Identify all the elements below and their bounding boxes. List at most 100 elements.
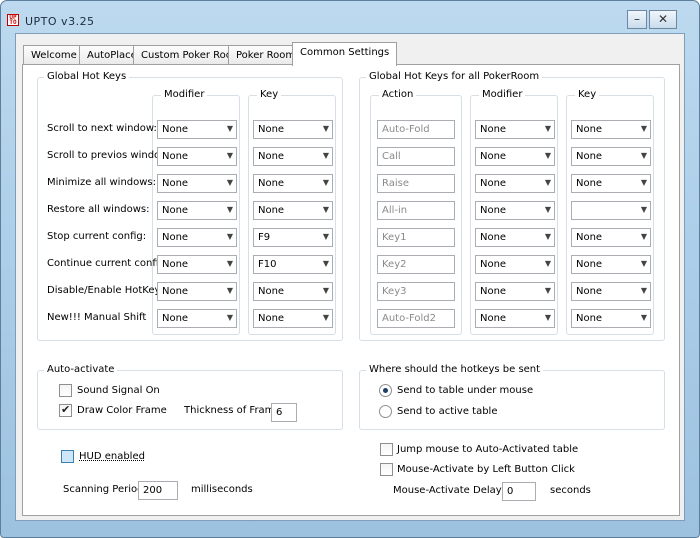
pr-key-dropdown[interactable]: ▼ (571, 201, 651, 220)
chevron-down-icon: ▼ (322, 232, 329, 241)
pr-modifier-dropdown[interactable]: None ▼ (475, 282, 555, 301)
pr-key-dropdown[interactable]: None ▼ (571, 255, 651, 274)
sound-signal-checkbox[interactable] (59, 384, 72, 397)
pr-modifier-dropdown[interactable]: None ▼ (475, 174, 555, 193)
action-field[interactable]: Auto-Fold2 (377, 309, 455, 328)
chevron-down-icon: ▼ (640, 232, 647, 241)
mouse-activate-delay-label: Mouse-Activate Delay: (393, 485, 505, 496)
action-field[interactable]: Key1 (377, 228, 455, 247)
pr-key-dropdown[interactable]: None ▼ (571, 282, 651, 301)
send-under-mouse-radio[interactable] (379, 384, 392, 397)
modifier-dropdown[interactable]: None ▼ (157, 309, 237, 328)
pr-modifier-dropdown[interactable]: None ▼ (475, 255, 555, 274)
chevron-down-icon: ▼ (544, 286, 551, 295)
modifier-dropdown[interactable]: None ▼ (157, 147, 237, 166)
modifier-dropdown-value: None (162, 286, 189, 297)
send-active-table-radio[interactable] (379, 405, 392, 418)
title-bar[interactable]: UP TO UPTO v3.25 – ✕ (1, 1, 699, 31)
key-dropdown-value: F9 (258, 232, 271, 243)
scanning-period-input[interactable]: 200 (138, 481, 178, 500)
pr-modifier-dropdown[interactable]: None ▼ (475, 120, 555, 139)
pr-modifier-dropdown[interactable]: None ▼ (475, 147, 555, 166)
pr-key-dropdown[interactable]: None ▼ (571, 120, 651, 139)
pr-modifier-dropdown-value: None (480, 178, 507, 189)
chevron-down-icon: ▼ (226, 313, 233, 322)
modifier-dropdown[interactable]: None ▼ (157, 174, 237, 193)
hotkey-row-label: Disable/Enable HotKeys: (47, 285, 169, 296)
modifier-dropdown[interactable]: None ▼ (157, 120, 237, 139)
key-dropdown[interactable]: None ▼ (253, 120, 333, 139)
pr-modifier-dropdown-value: None (480, 205, 507, 216)
action-field[interactable]: Raise (377, 174, 455, 193)
chevron-down-icon: ▼ (640, 205, 647, 214)
close-button[interactable]: ✕ (649, 10, 677, 29)
key-dropdown[interactable]: F10 ▼ (253, 255, 333, 274)
pr-key-dropdown[interactable]: None ▼ (571, 228, 651, 247)
key-dropdown[interactable]: None ▼ (253, 282, 333, 301)
key-dropdown[interactable]: F9 ▼ (253, 228, 333, 247)
key-dropdown-value: None (258, 124, 285, 135)
jump-mouse-checkbox[interactable] (380, 443, 393, 456)
modifier-dropdown-value: None (162, 259, 189, 270)
hotkey-row-label: Stop current config: (47, 231, 147, 242)
pr-modifier-dropdown-value: None (480, 151, 507, 162)
key-dropdown-value: F10 (258, 259, 277, 270)
key-dropdown-value: None (258, 151, 285, 162)
sound-signal-label[interactable]: Sound Signal On (77, 385, 160, 396)
mouse-activate-delay-input[interactable]: 0 (502, 482, 536, 501)
chevron-down-icon: ▼ (322, 259, 329, 268)
action-field[interactable]: Key2 (377, 255, 455, 274)
key-dropdown[interactable]: None ▼ (253, 309, 333, 328)
key-dropdown[interactable]: None ▼ (253, 147, 333, 166)
minimize-button[interactable]: – (627, 10, 647, 29)
pokerroom-hot-keys-group: Global Hot Keys for all PokerRoom Action… (359, 71, 665, 341)
action-header: Action (379, 89, 417, 100)
key-dropdown-value: None (258, 313, 285, 324)
draw-color-frame-checkbox[interactable] (59, 403, 72, 417)
key-dropdown[interactable]: None ▼ (253, 201, 333, 220)
pr-modifier-dropdown[interactable]: None ▼ (475, 201, 555, 220)
hotkey-row-label: Continue current config: (47, 258, 169, 269)
scanning-period-unit: milliseconds (191, 484, 253, 495)
chevron-down-icon: ▼ (640, 286, 647, 295)
app-window: UP TO UPTO v3.25 – ✕ Welcome AutoPlace C… (0, 0, 700, 538)
hud-enabled-checkbox[interactable] (61, 450, 74, 463)
tab-welcome[interactable]: Welcome (23, 45, 85, 65)
key-dropdown[interactable]: None ▼ (253, 174, 333, 193)
jump-mouse-label[interactable]: Jump mouse to Auto-Activated table (397, 444, 578, 455)
auto-activate-group: Auto-activate Sound Signal On Draw Color… (37, 364, 343, 430)
global-hot-keys-group: Global Hot Keys Modifier Key Scroll to n… (37, 71, 343, 341)
scanning-period-label: Scanning Period: (63, 484, 147, 495)
thickness-label: Thickness of Frame: (184, 405, 284, 416)
action-field[interactable]: All-in (377, 201, 455, 220)
mouse-activate-checkbox[interactable] (380, 463, 393, 476)
mouse-activate-label[interactable]: Mouse-Activate by Left Button Click (397, 464, 575, 475)
pr-key-dropdown-value: None (576, 151, 603, 162)
draw-color-frame-label[interactable]: Draw Color Frame (77, 405, 167, 416)
chevron-down-icon: ▼ (640, 151, 647, 160)
chevron-down-icon: ▼ (322, 313, 329, 322)
modifier-dropdown[interactable]: None ▼ (157, 228, 237, 247)
pr-key-dropdown[interactable]: None ▼ (571, 147, 651, 166)
chevron-down-icon: ▼ (226, 286, 233, 295)
chevron-down-icon: ▼ (544, 178, 551, 187)
pr-modifier-dropdown-value: None (480, 286, 507, 297)
send-under-mouse-label[interactable]: Send to table under mouse (397, 385, 533, 396)
pr-modifier-dropdown[interactable]: None ▼ (475, 309, 555, 328)
modifier-dropdown[interactable]: None ▼ (157, 255, 237, 274)
pr-key-dropdown[interactable]: None ▼ (571, 309, 651, 328)
action-field[interactable]: Call (377, 147, 455, 166)
modifier-dropdown-value: None (162, 124, 189, 135)
thickness-input[interactable]: 6 (271, 403, 297, 422)
send-active-table-label[interactable]: Send to active table (397, 406, 497, 417)
pr-modifier-dropdown[interactable]: None ▼ (475, 228, 555, 247)
tab-common-settings[interactable]: Common Settings (292, 42, 398, 66)
modifier-dropdown[interactable]: None ▼ (157, 201, 237, 220)
action-field[interactable]: Auto-Fold (377, 120, 455, 139)
chevron-down-icon: ▼ (226, 151, 233, 160)
modifier-dropdown[interactable]: None ▼ (157, 282, 237, 301)
action-field[interactable]: Key3 (377, 282, 455, 301)
hud-enabled-label[interactable]: HUD enabled (79, 451, 145, 462)
chevron-down-icon: ▼ (640, 124, 647, 133)
pr-key-dropdown[interactable]: None ▼ (571, 174, 651, 193)
